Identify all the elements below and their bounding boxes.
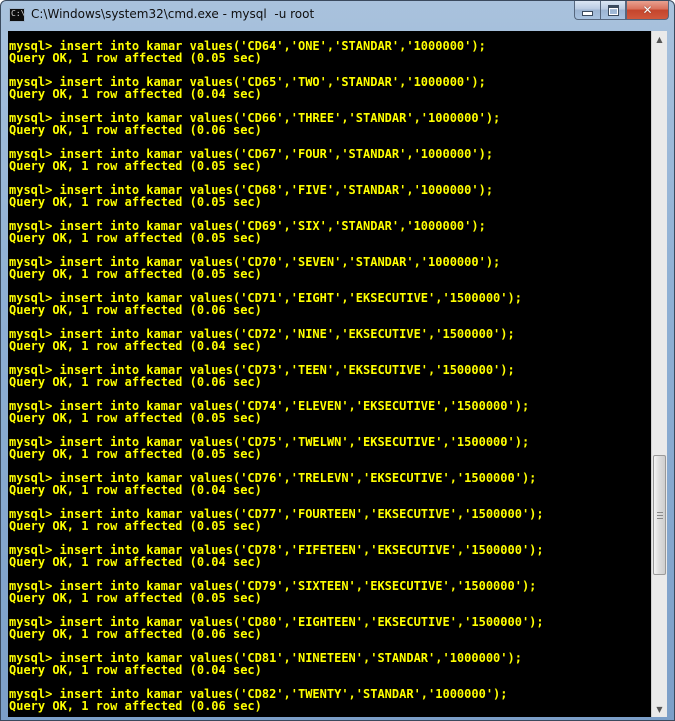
close-icon: ✕: [642, 3, 653, 17]
console-result-line: Query OK, 1 row affected (0.05 sec): [9, 195, 262, 209]
cmd-icon[interactable]: C:\: [9, 8, 25, 22]
scroll-thumb[interactable]: [653, 455, 666, 575]
console-result-line: Query OK, 1 row affected (0.04 sec): [9, 87, 262, 101]
minimize-icon: [582, 10, 593, 16]
console-result-line: Query OK, 1 row affected (0.05 sec): [9, 591, 262, 605]
console-result-line: Query OK, 1 row affected (0.06 sec): [9, 123, 262, 137]
vertical-scrollbar[interactable]: ▲ ▼: [651, 31, 667, 717]
console-result-line: Query OK, 1 row affected (0.05 sec): [9, 447, 262, 461]
console-output[interactable]: mysql> insert into kamar values('CD64','…: [8, 31, 651, 717]
console-result-line: Query OK, 1 row affected (0.05 sec): [9, 267, 262, 281]
console-result-line: Query OK, 1 row affected (0.04 sec): [9, 555, 262, 569]
console-result-line: Query OK, 1 row affected (0.04 sec): [9, 339, 262, 353]
maximize-icon: [607, 4, 619, 16]
console-lines: mysql> insert into kamar values('CD64','…: [9, 40, 544, 712]
console-result-line: Query OK, 1 row affected (0.05 sec): [9, 159, 262, 173]
console-result-line: Query OK, 1 row affected (0.05 sec): [9, 519, 262, 533]
scroll-down-arrow-icon: ▼: [656, 704, 663, 714]
console-result-line: Query OK, 1 row affected (0.06 sec): [9, 375, 262, 389]
console-result-line: Query OK, 1 row affected (0.05 sec): [9, 411, 262, 425]
console-result-line: Query OK, 1 row affected (0.06 sec): [9, 627, 262, 641]
title-bar[interactable]: C:\ C:\Windows\system32\cmd.exe - mysql …: [1, 1, 674, 31]
close-button[interactable]: ✕: [626, 1, 669, 20]
maximize-button[interactable]: [600, 1, 626, 20]
console-result-line: Query OK, 1 row affected (0.05 sec): [9, 51, 262, 65]
console-result-line: Query OK, 1 row affected (0.06 sec): [9, 699, 262, 713]
scroll-up-arrow-icon: ▲: [656, 34, 663, 44]
caption-buttons: ✕: [574, 1, 669, 20]
scroll-down-button[interactable]: ▼: [652, 701, 667, 717]
grip-icon: [656, 511, 663, 519]
scroll-up-button[interactable]: ▲: [652, 31, 667, 47]
console-result-line: Query OK, 1 row affected (0.06 sec): [9, 303, 262, 317]
cmd-window: C:\ C:\Windows\system32\cmd.exe - mysql …: [0, 0, 675, 721]
cmd-icon-text: C:\: [11, 9, 25, 18]
minimize-button[interactable]: [574, 1, 600, 20]
console-result-line: Query OK, 1 row affected (0.04 sec): [9, 483, 262, 497]
window-title: C:\Windows\system32\cmd.exe - mysql -u r…: [31, 7, 315, 21]
console-result-line: Query OK, 1 row affected (0.05 sec): [9, 231, 262, 245]
console-result-line: Query OK, 1 row affected (0.04 sec): [9, 663, 262, 677]
